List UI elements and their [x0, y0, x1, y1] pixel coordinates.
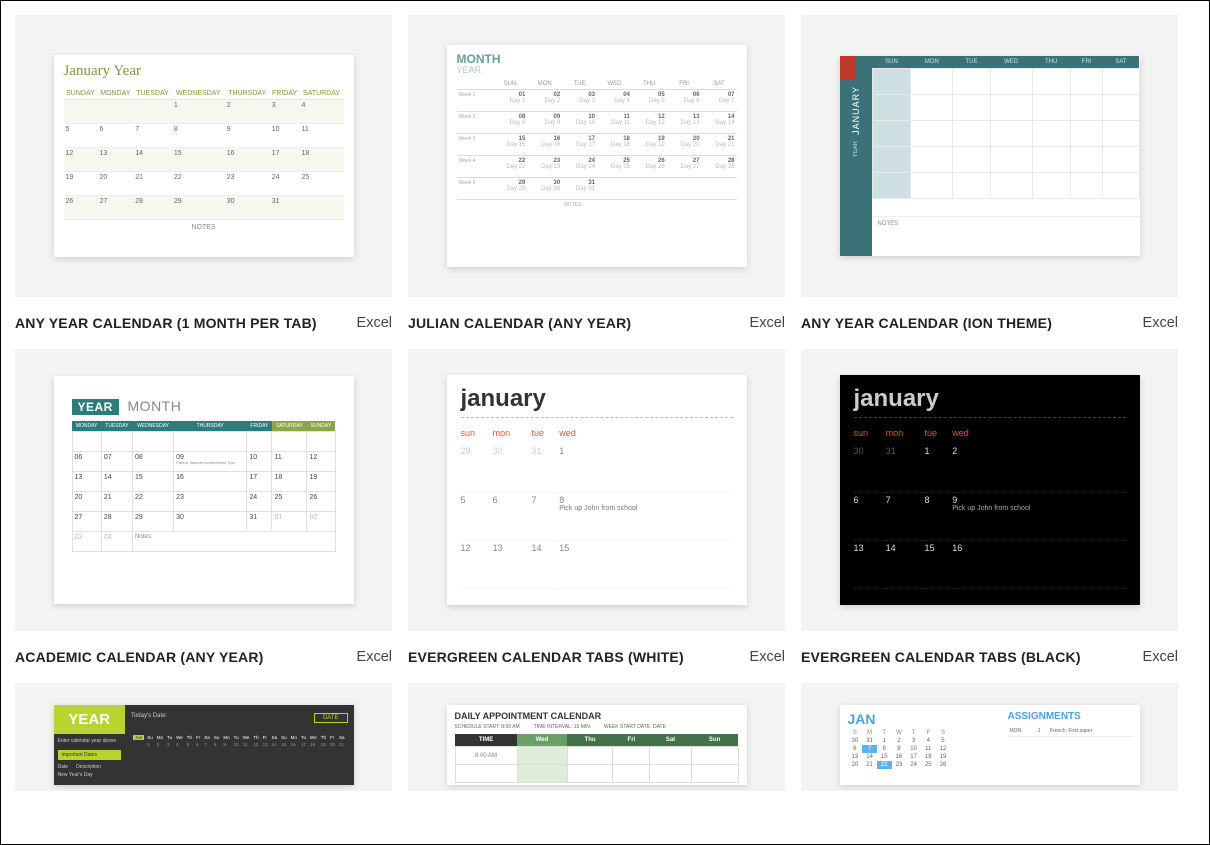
app-label: Excel	[357, 649, 392, 665]
mini-month-grid: JanSuMoTuWeThFrSaSuMoTuWeThFrSaSuMoTuWeT…	[131, 733, 348, 749]
month-label: MONTH	[128, 398, 182, 414]
template-title: JULIAN CALENDAR (ANY YEAR)	[408, 315, 631, 331]
template-thumb: YEAR MONTH MONDAYTUESDAYWEDNESDAYTHURSDA…	[15, 349, 392, 631]
template-card-any-year-1mo[interactable]: January Year SUNDAYMONDAYTUESDAYWEDNESDA…	[15, 15, 392, 331]
caption: EVERGREEN CALENDAR TABS (BLACK) Excel	[801, 631, 1178, 665]
date-button: DATE	[314, 713, 348, 723]
template-card-evergreen-white[interactable]: january sunmontuewed 2930311 5678Pick up…	[408, 349, 785, 665]
template-thumb: JANUARY YEAR SUNMONTUEWEDTHUFRISAT	[801, 15, 1178, 297]
month-label: JAN	[848, 711, 998, 727]
template-card-evergreen-black[interactable]: january sunmontuewed 303112 6789Pick up …	[801, 349, 1178, 665]
template-thumb: MONTH YEAR SUNMONTUEWEDTHUFRISAT Week 10…	[408, 15, 785, 297]
calendar-grid: SUNDAYMONDAYTUESDAYWEDNESDAYTHURSDAYFRID…	[64, 88, 344, 220]
assignments-header: ASSIGNMENTS	[1008, 711, 1132, 722]
preview-title: DAILY APPOINTMENT CALENDAR	[455, 711, 739, 721]
app-label: Excel	[750, 649, 785, 665]
preview-assignments: JAN SMTWTFS 303112345 6789101112 1314151…	[840, 705, 1140, 785]
notes-label: NOTES	[64, 224, 344, 231]
preview-ion: JANUARY YEAR SUNMONTUEWEDTHUFRISAT	[840, 56, 1140, 256]
preview-any-year-1mo: January Year SUNDAYMONDAYTUESDAYWEDNESDA…	[54, 55, 354, 257]
assignments-list: MON1French: First paper	[1008, 726, 1132, 737]
year-badge: YEAR	[72, 399, 119, 415]
preview-title: January Year	[64, 63, 344, 80]
ion-month: JANUARY	[851, 86, 861, 135]
year-block: YEAR	[54, 705, 125, 734]
important-dates-label: Important Dates	[58, 750, 121, 760]
preview-evergreen-white: january sunmontuewed 2930311 5678Pick up…	[447, 375, 747, 605]
preview-julian: MONTH YEAR SUNMONTUEWEDTHUFRISAT Week 10…	[447, 45, 747, 267]
preview-evergreen-black: january sunmontuewed 303112 6789Pick up …	[840, 375, 1140, 605]
template-title: EVERGREEN CALENDAR TABS (BLACK)	[801, 649, 1081, 665]
template-card-assignments[interactable]: JAN SMTWTFS 303112345 6789101112 1314151…	[801, 683, 1178, 791]
calendar-grid: SUNMONTUEWEDTHUFRISAT	[872, 56, 1140, 199]
template-thumb: january sunmontuewed 303112 6789Pick up …	[801, 349, 1178, 631]
template-title: ANY YEAR CALENDAR (1 MONTH PER TAB)	[15, 315, 317, 331]
preview-heading: YEAR MONTH	[72, 398, 336, 415]
notes-label: NOTES	[872, 216, 1140, 256]
template-thumb: January Year SUNDAYMONDAYTUESDAYWEDNESDA…	[15, 15, 392, 297]
template-thumb: YEAR Enter calendar year above Important…	[15, 683, 392, 791]
calendar-grid: sunmontuewed 2930311 5678Pick up John fr…	[461, 426, 733, 589]
appointment-grid: TIMEWedThuFriSatSun 8:00 AM	[455, 734, 739, 783]
preview-dark-year: YEAR Enter calendar year above Important…	[54, 705, 354, 785]
template-thumb: january sunmontuewed 2930311 5678Pick up…	[408, 349, 785, 631]
app-label: Excel	[750, 315, 785, 331]
caption: EVERGREEN CALENDAR TABS (WHITE) Excel	[408, 631, 785, 665]
ion-sidebar: JANUARY YEAR	[840, 56, 872, 256]
today-label: Today's Date:	[131, 713, 167, 723]
preview-month: MONTH	[457, 53, 737, 65]
app-label: Excel	[1143, 649, 1178, 665]
template-thumb: JAN SMTWTFS 303112345 6789101112 1314151…	[801, 683, 1178, 791]
ion-year: YEAR	[853, 141, 859, 157]
mini-calendar: SMTWTFS 303112345 6789101112 13141516171…	[848, 729, 951, 769]
template-card-dark-year[interactable]: YEAR Enter calendar year above Important…	[15, 683, 392, 791]
template-card-ion[interactable]: JANUARY YEAR SUNMONTUEWEDTHUFRISAT	[801, 15, 1178, 331]
preview-daily-appt: DAILY APPOINTMENT CALENDAR SCHEDULE STAR…	[447, 705, 747, 785]
preview-academic: YEAR MONTH MONDAYTUESDAYWEDNESDAYTHURSDA…	[54, 376, 354, 604]
calendar-grid: SUNMONTUEWEDTHUFRISAT Week 101Day 102Day…	[457, 79, 737, 222]
app-label: Excel	[1143, 315, 1178, 331]
template-title: EVERGREEN CALENDAR TABS (WHITE)	[408, 649, 684, 665]
preview-month: january	[461, 385, 733, 413]
template-card-academic[interactable]: YEAR MONTH MONDAYTUESDAYWEDNESDAYTHURSDA…	[15, 349, 392, 665]
enter-year-text: Enter calendar year above	[54, 734, 125, 748]
caption: ACADEMIC CALENDAR (ANY YEAR) Excel	[15, 631, 392, 665]
template-thumb: DAILY APPOINTMENT CALENDAR SCHEDULE STAR…	[408, 683, 785, 791]
calendar-grid: sunmontuewed 303112 6789Pick up John fro…	[854, 426, 1126, 589]
caption: ANY YEAR CALENDAR (ION THEME) Excel	[801, 297, 1178, 331]
template-card-julian[interactable]: MONTH YEAR SUNMONTUEWEDTHUFRISAT Week 10…	[408, 15, 785, 331]
preview-year: YEAR	[457, 65, 737, 75]
template-title: ACADEMIC CALENDAR (ANY YEAR)	[15, 649, 264, 665]
template-card-daily-appointment[interactable]: DAILY APPOINTMENT CALENDAR SCHEDULE STAR…	[408, 683, 785, 791]
preview-month: january	[854, 385, 1126, 413]
calendar-grid: MONDAYTUESDAYWEDNESDAYTHURSDAYFRIDAYSATU…	[72, 421, 336, 552]
app-label: Excel	[357, 315, 392, 331]
ion-red-tab	[840, 56, 856, 80]
caption: JULIAN CALENDAR (ANY YEAR) Excel	[408, 297, 785, 331]
caption: ANY YEAR CALENDAR (1 MONTH PER TAB) Exce…	[15, 297, 392, 331]
template-title: ANY YEAR CALENDAR (ION THEME)	[801, 315, 1052, 331]
